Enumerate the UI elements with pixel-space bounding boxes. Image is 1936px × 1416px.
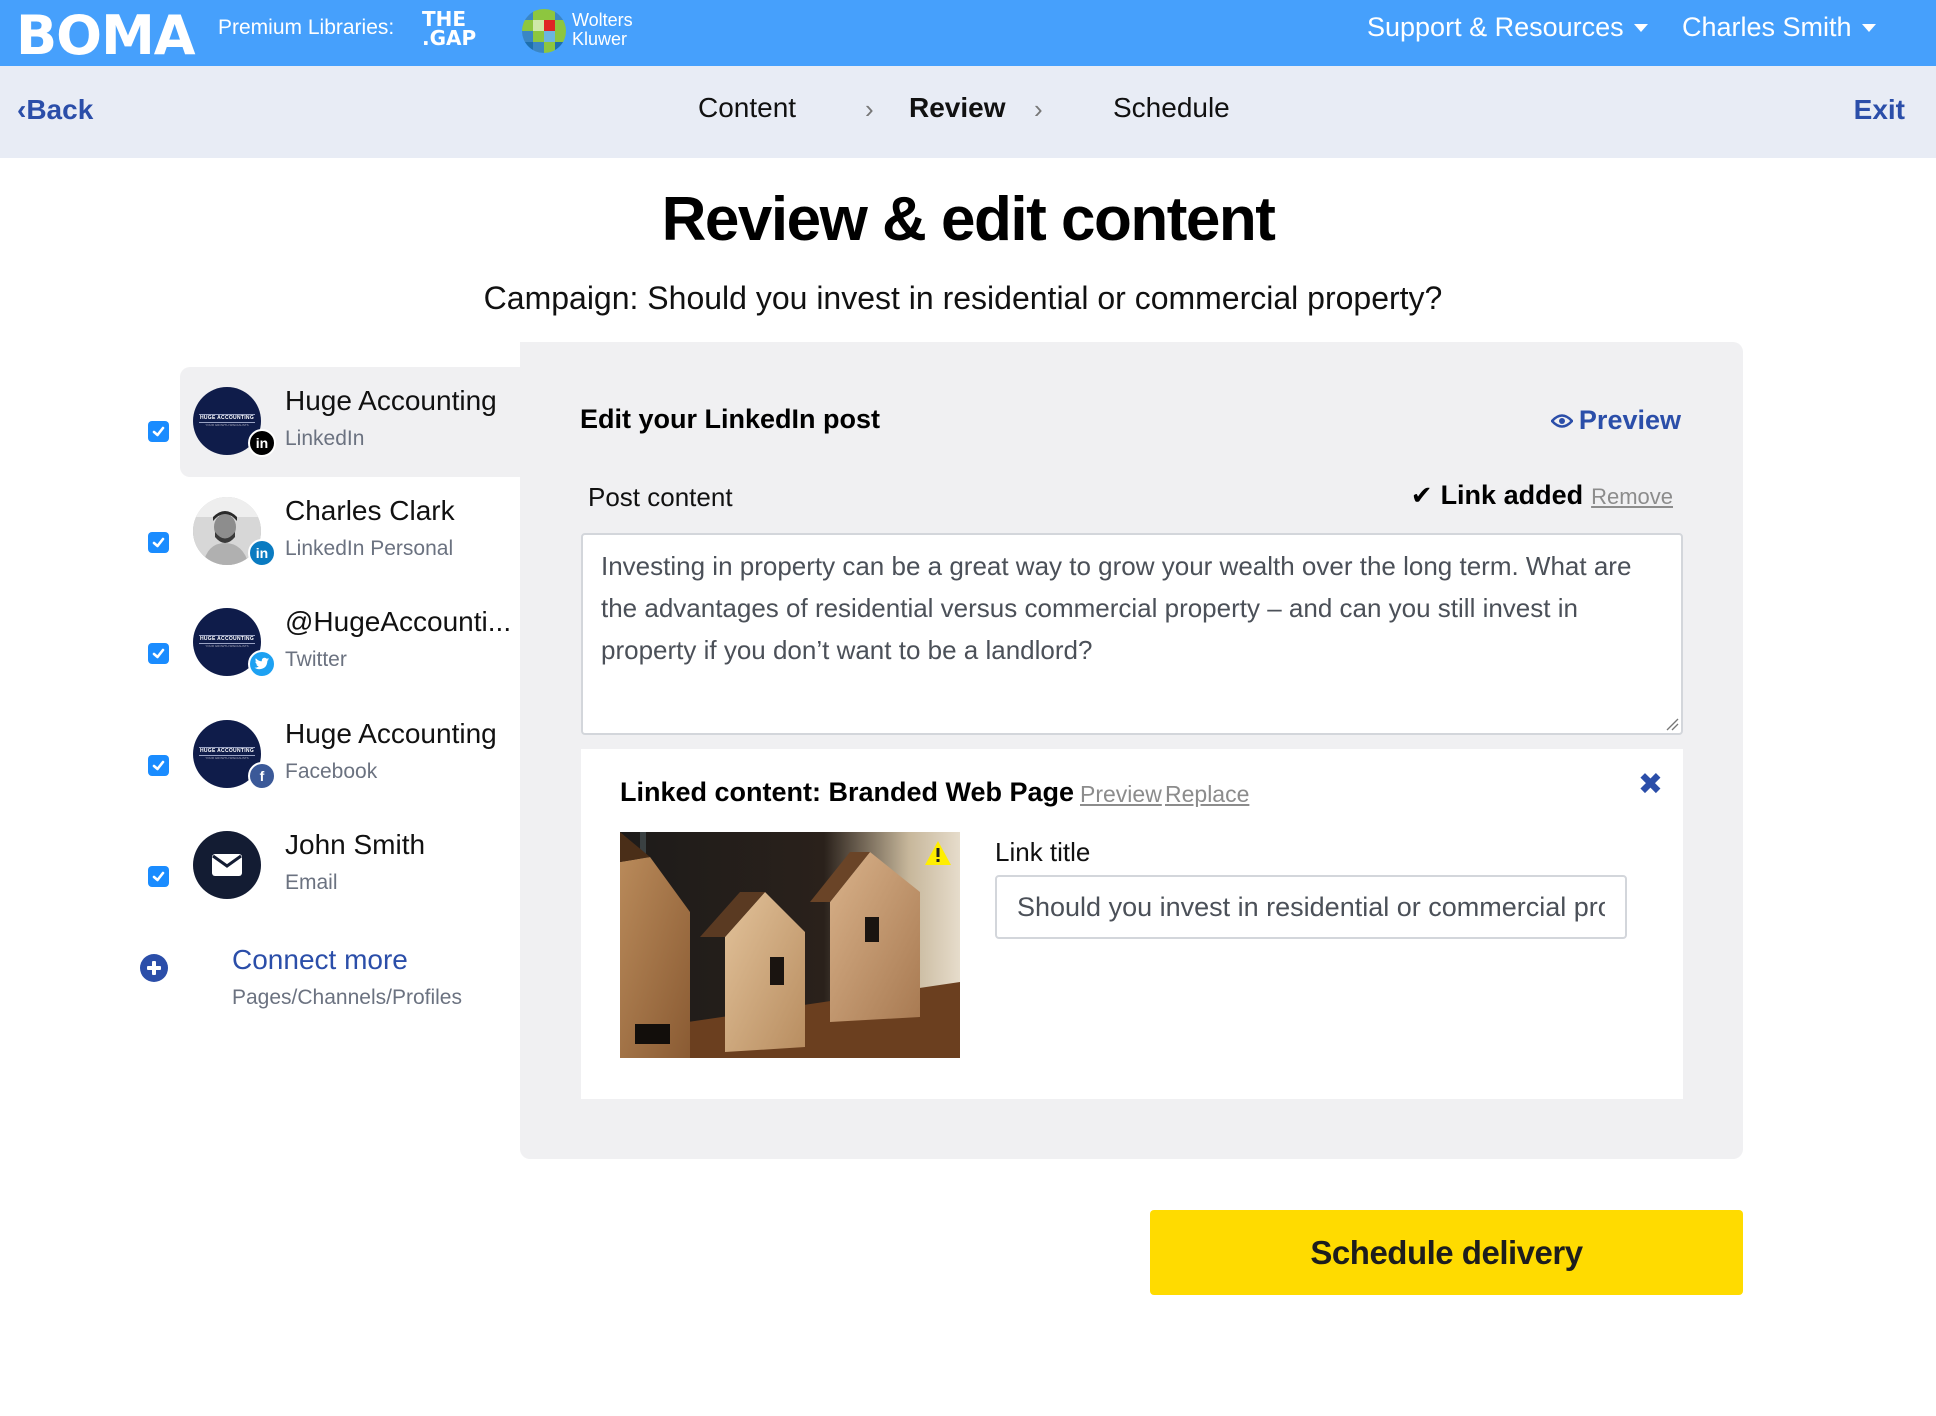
avatar-brand-name: HUGE ACCOUNTING: [199, 748, 255, 754]
account-type: LinkedIn Personal: [285, 537, 454, 560]
email-avatar: [193, 831, 261, 899]
connect-more-link[interactable]: Connect more: [232, 944, 408, 976]
account-item[interactable]: John Smith Email: [180, 811, 520, 921]
replace-link[interactable]: Replace: [1165, 781, 1249, 808]
edit-post-panel: Edit your LinkedIn post Preview Post con…: [520, 342, 1743, 1159]
account-item[interactable]: HUGE ACCOUNTING YOUR GROWTH SPECIALISTS …: [180, 700, 520, 810]
checkmark-icon: [152, 871, 165, 882]
account-checkbox[interactable]: [148, 643, 169, 664]
avatar-brand-tagline: YOUR GROWTH SPECIALISTS: [205, 644, 249, 648]
step-schedule[interactable]: Schedule: [1113, 92, 1230, 124]
checkmark-icon: [152, 537, 165, 548]
wizard-nav: ‹Back Content › Review › Schedule Exit: [0, 66, 1936, 158]
link-added-text: Link added: [1440, 480, 1584, 510]
eye-icon: [1550, 413, 1573, 428]
plus-icon[interactable]: [140, 954, 168, 982]
linked-content-image: [620, 832, 960, 1058]
account-checkbox[interactable]: [148, 532, 169, 553]
linked-content-card: Linked content: Branded Web Page Preview…: [581, 749, 1683, 1099]
twitter-icon: [248, 650, 276, 678]
account-type: Facebook: [285, 760, 378, 783]
connect-more-subtext: Pages/Channels/Profiles: [232, 986, 462, 1009]
user-menu[interactable]: Charles Smith: [1682, 12, 1876, 43]
wk-line-2: Kluwer: [572, 29, 628, 49]
wolters-kluwer-icon[interactable]: [522, 9, 566, 53]
account-name: Charles Clark: [285, 495, 455, 526]
account-name: @HugeAccounti...: [285, 606, 512, 637]
account-item[interactable]: HUGE ACCOUNTING YOUR GROWTH SPECIALISTS …: [180, 367, 520, 477]
account-type: LinkedIn: [285, 427, 365, 450]
wooden-houses-image: [620, 832, 960, 1058]
resize-handle-icon[interactable]: [1665, 717, 1679, 731]
chevron-right-icon: ›: [865, 94, 874, 124]
support-resources-menu[interactable]: Support & Resources: [1367, 12, 1648, 43]
account-checkbox[interactable]: [148, 421, 169, 442]
account-type: Email: [285, 871, 338, 894]
account-item[interactable]: HUGE ACCOUNTING YOUR GROWTH SPECIALISTS …: [180, 588, 520, 698]
linkedin-icon: in: [248, 429, 276, 457]
post-content-label: Post content: [588, 482, 733, 512]
preview-label: Preview: [1578, 405, 1681, 435]
page-title: Review & edit content: [661, 185, 1276, 254]
chevron-left-icon: ‹: [17, 94, 27, 125]
caret-down-icon: [1861, 23, 1876, 32]
support-resources-label: Support & Resources: [1367, 12, 1624, 42]
facebook-icon: f: [248, 762, 276, 790]
exit-button[interactable]: Exit: [1854, 94, 1905, 126]
account-type: Twitter: [285, 648, 347, 671]
account-checkbox[interactable]: [148, 866, 169, 887]
avatar-brand-tagline: YOUR GROWTH SPECIALISTS: [205, 423, 249, 427]
close-icon[interactable]: ✖: [1638, 767, 1663, 802]
panel-title: Edit your LinkedIn post: [580, 404, 881, 434]
boma-logo[interactable]: BOMA: [16, 4, 196, 67]
checkmark-icon: [152, 760, 165, 771]
wk-line-1: Wolters: [572, 10, 633, 30]
link-title-input[interactable]: [995, 875, 1627, 939]
the-gap-line-2: .GAP: [422, 26, 477, 50]
avatar-brand-name: HUGE ACCOUNTING: [199, 415, 255, 421]
top-bar: BOMA Premium Libraries: THE .GAP Wolters…: [0, 0, 1936, 67]
envelope-icon: [212, 854, 242, 876]
account-name: Huge Accounting: [285, 385, 497, 416]
user-name: Charles Smith: [1682, 12, 1852, 42]
linked-content-title: Linked content: Branded Web Page: [620, 777, 1075, 807]
account-checkbox[interactable]: [148, 755, 169, 776]
back-button[interactable]: ‹Back: [17, 94, 93, 126]
account-name: Huge Accounting: [285, 718, 497, 749]
avatar-brand-tagline: YOUR GROWTH SPECIALISTS: [205, 756, 249, 760]
the-gap-logo[interactable]: THE .GAP: [422, 9, 477, 50]
post-content-input[interactable]: [581, 533, 1683, 735]
step-content[interactable]: Content: [698, 92, 796, 124]
checkmark-icon: ✔: [1410, 480, 1433, 510]
back-label: Back: [26, 94, 94, 125]
avatar-brand-name: HUGE ACCOUNTING: [199, 636, 255, 642]
wolters-kluwer-text: Wolters Kluwer: [572, 11, 633, 49]
remove-link-button[interactable]: Remove: [1591, 484, 1673, 510]
preview-post-button[interactable]: Preview: [1550, 405, 1681, 436]
checkmark-icon: [152, 426, 165, 437]
checkmark-icon: [152, 648, 165, 659]
linked-preview-link[interactable]: Preview: [1080, 781, 1162, 808]
link-title-label: Link title: [995, 837, 1091, 867]
linkedin-icon: in: [248, 539, 276, 567]
warning-icon: [925, 841, 951, 865]
campaign-subtitle: Campaign: Should you invest in residenti…: [483, 280, 1443, 316]
chevron-right-icon: ›: [1034, 94, 1043, 124]
account-item[interactable]: in Charles Clark LinkedIn Personal: [180, 477, 520, 587]
caret-down-icon: [1633, 23, 1648, 32]
premium-libraries-label: Premium Libraries:: [218, 16, 395, 39]
account-name: John Smith: [285, 829, 426, 860]
link-status: ✔ Link added Remove: [1411, 480, 1673, 511]
schedule-delivery-button[interactable]: Schedule delivery: [1150, 1210, 1743, 1295]
step-review[interactable]: Review: [909, 92, 1006, 124]
